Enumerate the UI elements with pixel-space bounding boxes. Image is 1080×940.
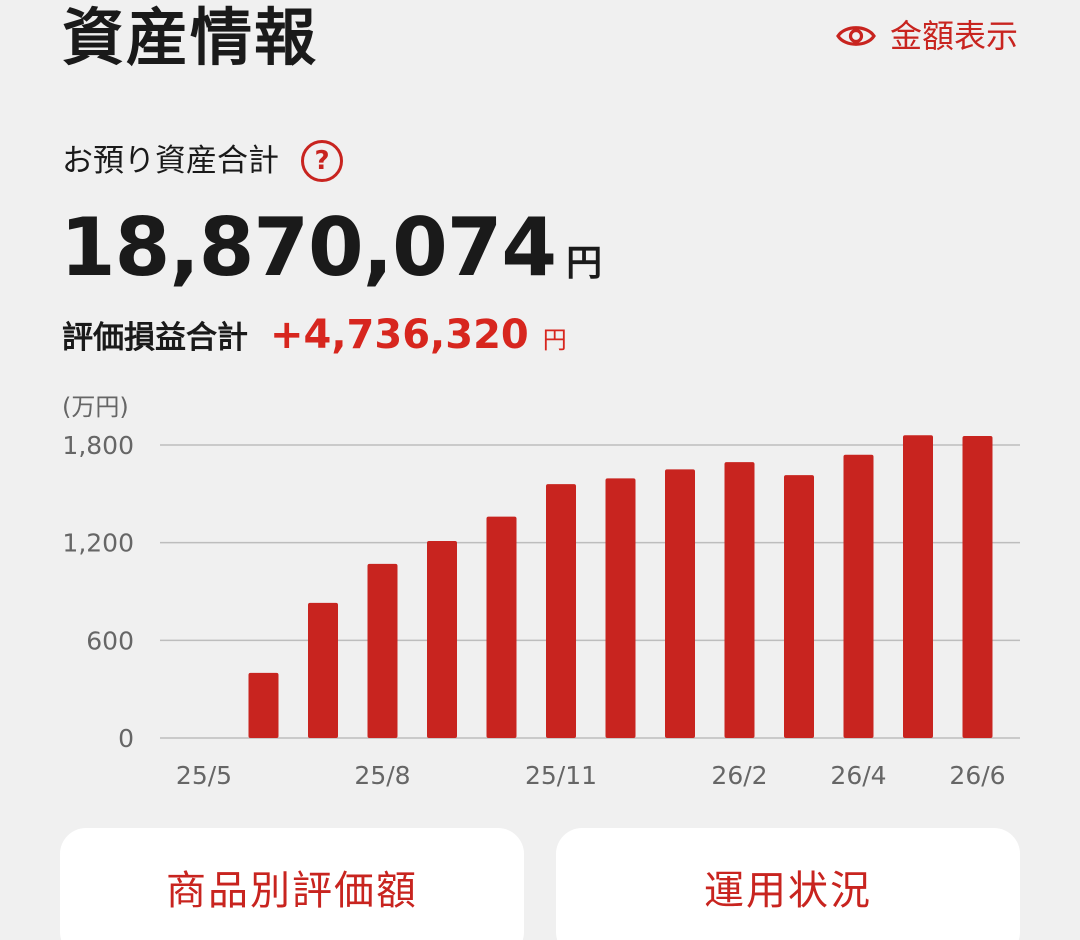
x-tick-label-25-11: 25/11 <box>525 761 597 790</box>
bar-26-5 <box>903 435 933 738</box>
x-tick-label-26-6: 26/6 <box>949 761 1005 790</box>
bar-25-10 <box>486 516 517 738</box>
x-tick-label-25-8: 25/8 <box>354 761 410 790</box>
bar-25-11 <box>546 484 576 738</box>
y-axis-unit-label: (万円) <box>62 393 129 421</box>
performance-status-label: 運用状況 <box>704 868 872 914</box>
chart-bars <box>248 435 993 738</box>
performance-status-button[interactable]: 運用状況 <box>556 828 1020 940</box>
amount-display-label: 金額表示 <box>889 17 1018 55</box>
y-axis-ticks: 0 600 1,200 1,800 <box>62 431 134 753</box>
bar-26-1 <box>665 469 695 738</box>
x-tick-label-26-2: 26/2 <box>711 761 767 790</box>
total-assets-value: 18,870,074 <box>60 201 557 294</box>
bar-25-12 <box>605 478 636 738</box>
asset-info-screen: 資産情報 金額表示 お預り資産合計 ? 18,870,074 円 評価損益合計 … <box>0 0 1080 940</box>
question-icon[interactable]: ? <box>301 140 343 182</box>
bar-25-6 <box>248 672 279 738</box>
bar-25-9 <box>427 541 457 738</box>
total-assets-unit: 円 <box>566 243 603 284</box>
profit-loss-unit: 円 <box>542 326 567 354</box>
page-title: 資産情報 <box>62 1 319 74</box>
profit-loss-value: +4,736,320 <box>270 312 529 358</box>
amount-display-toggle[interactable]: 金額表示 <box>836 14 1018 58</box>
x-tick-label-26-4: 26/4 <box>830 761 886 790</box>
y-tick-label-3: 1,800 <box>62 431 134 460</box>
by-product-valuation-label: 商品別評価額 <box>166 868 418 914</box>
total-assets-label: お預り資産合計 <box>62 143 279 179</box>
bar-26-3 <box>784 475 814 738</box>
bar-25-7 <box>308 602 338 738</box>
total-assets-label-row: お預り資産合計 ? <box>62 138 343 184</box>
chart-gridlines <box>160 444 1020 739</box>
x-tick-label-25-5: 25/5 <box>176 761 232 790</box>
by-product-valuation-button[interactable]: 商品別評価額 <box>60 828 524 940</box>
bar-26-6 <box>962 436 993 738</box>
y-tick-label-1: 600 <box>86 626 134 655</box>
x-axis-ticks: 25/5 25/8 25/11 26/2 26/4 26/6 <box>176 761 1006 790</box>
profit-loss-row: 評価損益合計 +4,736,320 円 <box>62 310 567 363</box>
profit-loss-label: 評価損益合計 <box>62 320 248 356</box>
eye-icon <box>836 22 876 50</box>
asset-history-bar-chart: (万円) 0 600 1,200 1,800 25/5 25/8 25/11 26/2 26/… <box>62 393 1020 790</box>
y-tick-label-2: 1,200 <box>62 529 134 558</box>
bar-25-8 <box>367 563 398 738</box>
total-assets-value-row: 18,870,074 円 <box>60 198 602 298</box>
bar-26-2 <box>724 462 755 738</box>
y-tick-label-0: 0 <box>118 724 134 753</box>
bar-26-4 <box>843 454 874 738</box>
